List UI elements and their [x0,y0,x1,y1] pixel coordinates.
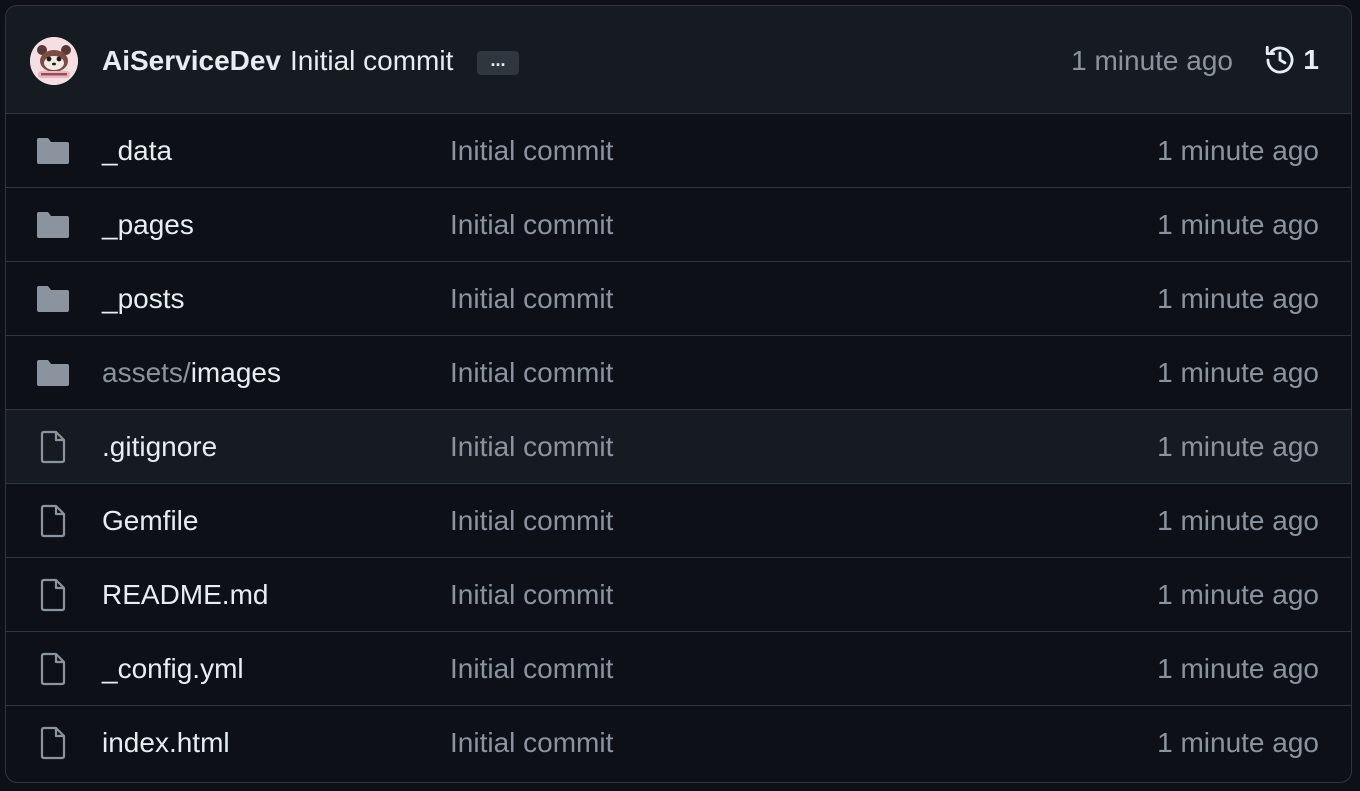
file-name-link[interactable]: Gemfile [102,504,198,538]
file-commit-message[interactable]: Initial commit [450,356,613,390]
folder-icon [36,356,72,390]
file-row[interactable]: _pages Initial commit 1 minute ago [6,188,1351,262]
file-commit-time: 1 minute ago [1157,431,1319,462]
file-row[interactable]: .gitignore Initial commit 1 minute ago [6,410,1351,484]
file-commit-time: 1 minute ago [1157,727,1319,758]
file-commit-message[interactable]: Initial commit [450,282,613,316]
avatar[interactable] [30,37,78,85]
file-browser: AiServiceDev Initial commit ... 1 minute… [5,5,1352,783]
file-commit-time: 1 minute ago [1157,357,1319,388]
file-name-link[interactable]: _pages [102,208,194,242]
file-row[interactable]: assets/images Initial commit 1 minute ag… [6,336,1351,410]
file-name-link[interactable]: README.md [102,578,268,612]
folder-icon [36,208,72,242]
file-icon [36,430,72,464]
file-commit-message[interactable]: Initial commit [450,208,613,242]
file-commit-message[interactable]: Initial commit [450,652,613,686]
file-commit-time: 1 minute ago [1157,135,1319,166]
folder-icon [36,134,72,168]
file-commit-message[interactable]: Initial commit [450,134,613,168]
commit-count: 1 [1303,44,1319,75]
file-commit-message[interactable]: Initial commit [450,578,613,612]
file-name-link[interactable]: _posts [102,282,185,316]
file-row[interactable]: README.md Initial commit 1 minute ago [6,558,1351,632]
latest-commit-bar: AiServiceDev Initial commit ... 1 minute… [6,6,1351,114]
file-icon [36,578,72,612]
file-commit-time: 1 minute ago [1157,505,1319,536]
history-icon [1263,43,1297,77]
file-icon [36,504,72,538]
file-row[interactable]: _data Initial commit 1 minute ago [6,114,1351,188]
commit-history-link[interactable]: 1 [1263,42,1319,78]
expand-commit-button[interactable]: ... [477,51,519,75]
file-list: _data Initial commit 1 minute ago _pages… [6,114,1351,779]
file-icon [36,726,72,760]
file-commit-message[interactable]: Initial commit [450,430,613,464]
file-row[interactable]: Gemfile Initial commit 1 minute ago [6,484,1351,558]
commit-author[interactable]: AiServiceDev [102,45,281,77]
commit-message[interactable]: Initial commit [290,45,453,77]
commit-time[interactable]: 1 minute ago [1071,45,1233,77]
file-commit-message[interactable]: Initial commit [450,504,613,538]
file-commit-message[interactable]: Initial commit [450,726,613,760]
file-commit-time: 1 minute ago [1157,653,1319,684]
file-name-link[interactable]: _config.yml [102,652,244,686]
file-name-link[interactable]: index.html [102,726,230,760]
file-commit-time: 1 minute ago [1157,283,1319,314]
file-name-link[interactable]: .gitignore [102,430,217,464]
file-row[interactable]: index.html Initial commit 1 minute ago [6,706,1351,779]
folder-icon [36,282,72,316]
file-row[interactable]: _posts Initial commit 1 minute ago [6,262,1351,336]
file-name-link[interactable]: assets/images [102,356,281,390]
file-icon [36,652,72,686]
file-commit-time: 1 minute ago [1157,579,1319,610]
file-row[interactable]: _config.yml Initial commit 1 minute ago [6,632,1351,706]
file-name-link[interactable]: _data [102,134,172,168]
file-commit-time: 1 minute ago [1157,209,1319,240]
